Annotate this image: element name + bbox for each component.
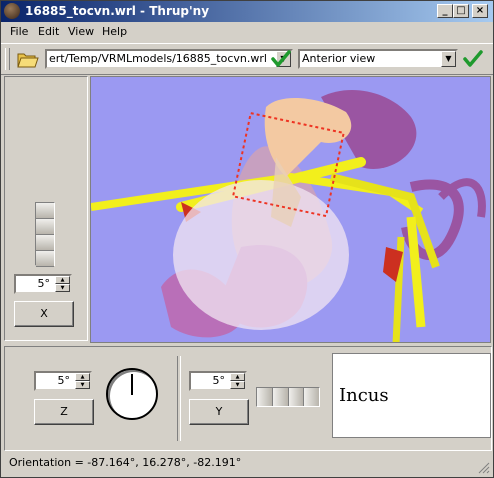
spin-up-icon[interactable]: ▲ bbox=[75, 373, 90, 381]
x-rotate-button[interactable]: X bbox=[14, 301, 74, 327]
x-step-value: 5° bbox=[37, 277, 51, 290]
folder-open-icon[interactable] bbox=[17, 49, 39, 69]
apply-checkmark-icon[interactable] bbox=[271, 50, 291, 68]
y-step-spinbox[interactable]: 5° ▲ ▼ bbox=[189, 371, 247, 391]
window-title: 16885_tocvn.wrl - Thrup'ny bbox=[25, 4, 210, 18]
app-window: 16885_tocvn.wrl - Thrup'ny _ □ × File Ed… bbox=[0, 0, 494, 478]
maximize-button[interactable]: □ bbox=[453, 4, 469, 18]
view-select-combo[interactable]: Anterior view ▼ bbox=[298, 49, 458, 69]
panel-divider bbox=[177, 356, 181, 441]
close-button[interactable]: × bbox=[472, 4, 488, 18]
y-step-value: 5° bbox=[212, 374, 226, 387]
apply-view-checkmark-icon[interactable] bbox=[463, 50, 483, 68]
resize-grip-icon[interactable] bbox=[478, 462, 490, 474]
toolbar: ert/Temp/VRMLmodels/16885_tocvn.wrl ▼ An… bbox=[1, 43, 493, 75]
menu-file[interactable]: File bbox=[10, 25, 28, 38]
y-rotation-slider[interactable] bbox=[256, 387, 320, 407]
close-icon: × bbox=[475, 5, 485, 16]
file-path-value: ert/Temp/VRMLmodels/16885_tocvn.wrl bbox=[49, 52, 267, 65]
spin-up-icon[interactable]: ▲ bbox=[55, 276, 70, 284]
toolbar-grip[interactable] bbox=[5, 48, 10, 70]
spin-down-icon[interactable]: ▼ bbox=[55, 284, 70, 292]
dial-needle bbox=[131, 374, 133, 395]
y-rotate-button[interactable]: Y bbox=[189, 399, 249, 425]
spin-up-icon[interactable]: ▲ bbox=[230, 373, 245, 381]
menu-view[interactable]: View bbox=[68, 25, 94, 38]
3d-viewport[interactable] bbox=[90, 76, 491, 343]
minimize-button[interactable]: _ bbox=[437, 4, 453, 18]
x-rotation-slider[interactable] bbox=[35, 202, 55, 267]
menu-edit[interactable]: Edit bbox=[38, 25, 59, 38]
spin-down-icon[interactable]: ▼ bbox=[75, 381, 90, 389]
z-rotation-dial[interactable] bbox=[106, 368, 158, 420]
selected-part-label: Incus bbox=[332, 353, 491, 438]
z-step-spinbox[interactable]: 5° ▲ ▼ bbox=[34, 371, 92, 391]
menu-bar: File Edit View Help bbox=[1, 23, 493, 41]
spin-down-icon[interactable]: ▼ bbox=[230, 381, 245, 389]
title-bar: 16885_tocvn.wrl - Thrup'ny _ □ × bbox=[1, 1, 493, 22]
x-step-spinbox[interactable]: 5° ▲ ▼ bbox=[14, 274, 72, 294]
view-select-value: Anterior view bbox=[302, 52, 376, 65]
app-icon[interactable] bbox=[4, 3, 20, 19]
menu-help[interactable]: Help bbox=[102, 25, 127, 38]
z-rotate-button[interactable]: Z bbox=[34, 399, 94, 425]
orientation-status: Orientation = -87.164°, 16.278°, -82.191… bbox=[9, 456, 242, 469]
z-step-value: 5° bbox=[57, 374, 71, 387]
chevron-down-icon[interactable]: ▼ bbox=[441, 51, 456, 67]
ear-model-render[interactable] bbox=[91, 77, 491, 343]
minimize-icon: _ bbox=[442, 5, 448, 16]
file-path-combo[interactable]: ert/Temp/VRMLmodels/16885_tocvn.wrl ▼ bbox=[45, 49, 293, 69]
maximize-icon: □ bbox=[456, 5, 466, 16]
